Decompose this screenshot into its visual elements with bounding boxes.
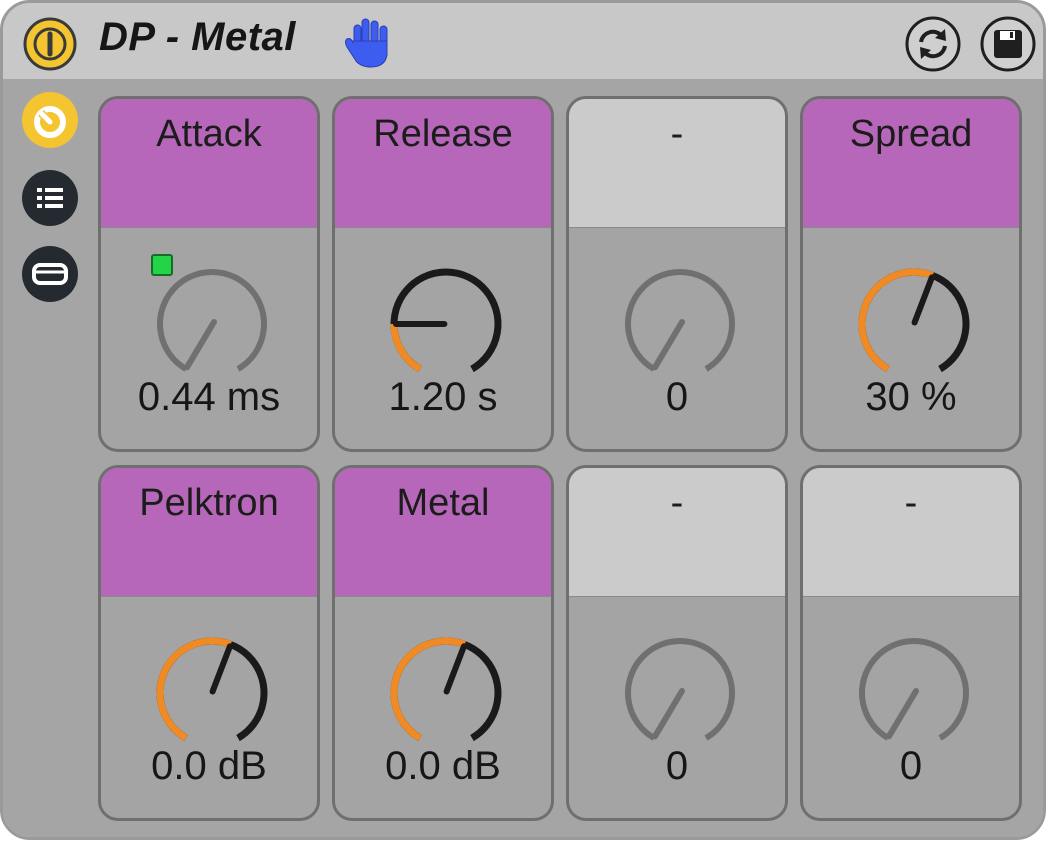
macro-header[interactable]: Metal xyxy=(335,468,551,597)
macro-value: 1.20 s xyxy=(388,375,498,419)
macro-knob[interactable] xyxy=(615,259,745,389)
macro-knob[interactable] xyxy=(615,628,745,758)
macro-value: 30 % xyxy=(865,375,957,419)
macro-value: 0.0 dB xyxy=(385,744,501,788)
macro-knob[interactable] xyxy=(381,628,511,758)
macro-knob[interactable] xyxy=(849,259,979,389)
macro-knob[interactable] xyxy=(147,628,277,758)
macro-header[interactable]: - xyxy=(569,468,785,597)
macro-label: Metal xyxy=(396,482,490,524)
knob-needle xyxy=(911,274,935,326)
knob-needle xyxy=(652,688,685,740)
macro-control[interactable]: Spread 30 % xyxy=(800,96,1022,452)
macro-control[interactable]: Attack 0.44 ms xyxy=(98,96,320,452)
knob-fill xyxy=(156,637,232,742)
list-icon[interactable] xyxy=(21,169,79,227)
macro-header[interactable]: Spread xyxy=(803,99,1019,228)
macro-value: 0.44 ms xyxy=(137,375,281,419)
macro-knob[interactable] xyxy=(147,259,277,389)
macro-value: 0.0 dB xyxy=(151,744,267,788)
refresh-icon[interactable] xyxy=(904,15,962,73)
knob-needle xyxy=(209,643,233,695)
macro-control[interactable]: -0 xyxy=(566,96,788,452)
macro-knob[interactable] xyxy=(381,259,511,389)
macro-label: - xyxy=(904,482,918,524)
hand-icon[interactable] xyxy=(343,17,393,69)
macro-header[interactable]: Pelktron xyxy=(101,468,317,597)
modulation-indicator xyxy=(151,254,173,276)
macro-header[interactable]: Release xyxy=(335,99,551,228)
macro-control[interactable]: Metal 0.0 dB xyxy=(332,465,554,821)
macro-label: - xyxy=(670,113,684,155)
macro-label: - xyxy=(670,482,684,524)
save-icon[interactable] xyxy=(979,15,1037,73)
knob-fill xyxy=(390,637,466,742)
macro-value: 0 xyxy=(899,744,923,788)
knob-needle xyxy=(886,688,919,740)
macro-header[interactable]: - xyxy=(569,99,785,228)
power-icon[interactable] xyxy=(23,17,77,71)
panel-icon[interactable] xyxy=(21,245,79,303)
macro-header[interactable]: - xyxy=(803,468,1019,597)
device-title-bar: DP - Metal xyxy=(3,3,1043,79)
macro-control[interactable]: -0 xyxy=(566,465,788,821)
macro-label: Pelktron xyxy=(139,482,279,524)
macro-label: Release xyxy=(373,113,513,155)
macro-label: Attack xyxy=(156,113,262,155)
macro-control[interactable]: Release 1.20 s xyxy=(332,96,554,452)
macro-label: Spread xyxy=(849,113,973,155)
knob-view-icon[interactable] xyxy=(21,91,79,149)
knob-fill xyxy=(858,268,934,373)
knob-needle xyxy=(443,643,467,695)
macro-value: 0 xyxy=(665,375,689,419)
device-body: Attack 0.44 ms Release 1.20 s -0 Spread 30 % Pe… xyxy=(3,79,1043,837)
knob-needle xyxy=(184,319,217,371)
rack-device: DP - Metal Attack 0.44 ms Release 1.20 s… xyxy=(0,0,1046,840)
knob-track xyxy=(390,268,502,373)
macro-header[interactable]: Attack xyxy=(101,99,317,228)
knob-needle xyxy=(652,319,685,371)
macro-knob[interactable] xyxy=(849,628,979,758)
macro-control[interactable]: -0 xyxy=(800,465,1022,821)
device-title: DP - Metal xyxy=(99,15,296,59)
knob-fill xyxy=(390,323,422,373)
macro-value: 0 xyxy=(665,744,689,788)
macro-control[interactable]: Pelktron 0.0 dB xyxy=(98,465,320,821)
